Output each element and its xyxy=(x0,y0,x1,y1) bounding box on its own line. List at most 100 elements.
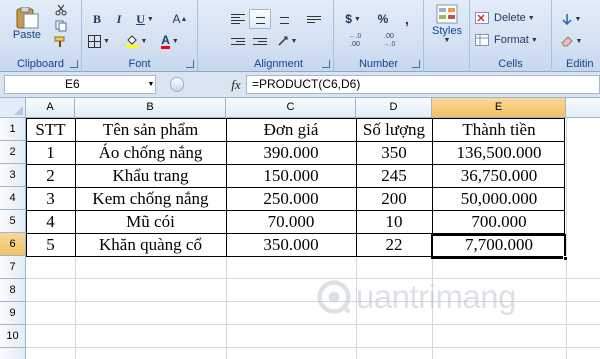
formula-bar-splitter[interactable] xyxy=(170,77,184,92)
cell-b2[interactable]: Áo chống nắng xyxy=(75,141,226,164)
font-dialog-launcher[interactable] xyxy=(186,60,194,68)
alignment-dialog-launcher[interactable] xyxy=(322,60,330,68)
format-painter-icon[interactable] xyxy=(52,34,70,50)
select-all-button[interactable] xyxy=(0,98,26,118)
wrap-text-icon[interactable] xyxy=(302,9,326,29)
underline-button[interactable]: U ▼ xyxy=(132,9,158,29)
cell-a6[interactable]: 5 xyxy=(26,233,75,256)
worksheet-grid[interactable]: A B C D E 1 2 3 4 5 6 7 8 9 10 uantriman… xyxy=(0,98,600,359)
percent-button[interactable]: % xyxy=(374,9,392,29)
row-header-11[interactable] xyxy=(0,348,26,359)
clipboard-dialog-launcher[interactable] xyxy=(70,60,78,68)
cell-e2[interactable]: 136,500.000 xyxy=(432,141,566,164)
formula-input[interactable]: =PRODUCT(C6,D6) xyxy=(246,75,600,94)
styles-label: Styles xyxy=(432,24,462,37)
row-header-3[interactable]: 3 xyxy=(0,164,26,187)
number-group-label: Number xyxy=(358,58,399,70)
align-right-button[interactable] xyxy=(272,9,292,29)
align-center-button[interactable] xyxy=(249,9,271,29)
clipboard-group-label: Clipboard xyxy=(16,58,65,70)
cell-c5[interactable]: 70.000 xyxy=(226,210,356,233)
cells-group: Delete ▼ Format ▼ Cells xyxy=(470,0,552,72)
cell-d2[interactable]: 350 xyxy=(356,141,432,164)
insert-function-button[interactable]: fx xyxy=(226,75,246,94)
cell-a4[interactable]: 3 xyxy=(26,187,75,210)
row-header-6[interactable]: 6 xyxy=(0,233,26,256)
cell-d6[interactable]: 22 xyxy=(356,233,432,256)
number-group: $ ▼ % , ←.0.00 .00 →.0 Number xyxy=(334,0,424,72)
cell-b1[interactable]: Tên sản phẩm xyxy=(75,118,226,141)
copy-icon[interactable] xyxy=(52,18,70,34)
chevron-down-icon: ▼ xyxy=(443,36,451,44)
cell-a5[interactable]: 4 xyxy=(26,210,75,233)
row-header-10[interactable]: 10 xyxy=(0,325,26,348)
column-header-f[interactable] xyxy=(566,98,600,118)
styles-button[interactable]: Styles ▼ xyxy=(428,0,466,46)
cell-c1[interactable]: Đơn giá xyxy=(226,118,356,141)
decrease-indent-icon[interactable] xyxy=(228,31,248,51)
row-header-9[interactable]: 9 xyxy=(0,302,26,325)
watermark-text: uantrimang xyxy=(355,278,517,315)
cell-a3[interactable]: 2 xyxy=(26,164,75,187)
font-color-button[interactable]: A ▼ xyxy=(156,31,184,51)
cell-d4[interactable]: 200 xyxy=(356,187,432,210)
row-header-7[interactable]: 7 xyxy=(0,256,26,279)
delete-icon xyxy=(475,12,489,24)
cell-a2[interactable]: 1 xyxy=(26,141,75,164)
number-dialog-launcher[interactable] xyxy=(412,60,420,68)
row-header-2[interactable]: 2 xyxy=(0,141,26,164)
cell-c4[interactable]: 250.000 xyxy=(226,187,356,210)
cut-icon[interactable] xyxy=(52,2,70,18)
cell-d1[interactable]: Số lượng xyxy=(356,118,432,141)
column-header-b[interactable]: B xyxy=(75,98,226,118)
comma-button[interactable]: , xyxy=(398,9,416,29)
bold-button[interactable]: B xyxy=(88,9,106,29)
orientation-button[interactable]: ▼ xyxy=(274,31,300,51)
name-box-dropdown-icon[interactable]: ▼ xyxy=(145,75,157,94)
row-header-5[interactable]: 5 xyxy=(0,210,26,233)
increase-decimal-icon: ←.0 xyxy=(348,33,362,40)
row-header-1[interactable]: 1 xyxy=(0,118,26,141)
column-header-a[interactable]: A xyxy=(26,98,75,118)
column-header-d[interactable]: D xyxy=(356,98,432,118)
cell-d3[interactable]: 245 xyxy=(356,164,432,187)
cell-b4[interactable]: Kem chống nắng xyxy=(75,187,226,210)
cell-b6[interactable]: Khăn quàng cổ xyxy=(75,233,226,256)
cell-e3[interactable]: 36,750.000 xyxy=(432,164,566,187)
cell-b3[interactable]: Khẩu trang xyxy=(75,164,226,187)
alignment-group-label: Alignment xyxy=(254,58,303,70)
fill-color-button[interactable]: ▼ xyxy=(122,31,150,51)
column-header-e[interactable]: E xyxy=(432,98,566,118)
cell-c3[interactable]: 150.000 xyxy=(226,164,356,187)
cell-e1[interactable]: Thành tiền xyxy=(432,118,566,141)
cell-c2[interactable]: 390.000 xyxy=(226,141,356,164)
increase-indent-icon[interactable] xyxy=(250,31,270,51)
cell-e4[interactable]: 50,000.000 xyxy=(432,187,566,210)
cell-d5[interactable]: 10 xyxy=(356,210,432,233)
fill-button[interactable]: ▼ xyxy=(556,9,586,29)
italic-button[interactable]: I xyxy=(110,9,128,29)
align-right-icon xyxy=(275,14,289,24)
row-header-4[interactable]: 4 xyxy=(0,187,26,210)
borders-button[interactable]: ▼ xyxy=(86,31,112,51)
align-left-button[interactable] xyxy=(228,9,248,29)
increase-decimal-button[interactable]: ←.0.00 xyxy=(340,31,370,51)
cell-a1[interactable]: STT xyxy=(26,118,75,141)
paste-button[interactable]: Paste xyxy=(4,2,50,46)
cell-b5[interactable]: Mũ cói xyxy=(75,210,226,233)
delete-button[interactable]: Delete ▼ xyxy=(474,8,548,28)
clear-button[interactable]: ▼ xyxy=(556,31,586,51)
cell-e5[interactable]: 700.000 xyxy=(432,210,566,233)
decrease-decimal-button[interactable]: .00 →.0 xyxy=(374,31,404,51)
cell-c6[interactable]: 350.000 xyxy=(226,233,356,256)
row-header-8[interactable]: 8 xyxy=(0,279,26,302)
fill-handle[interactable] xyxy=(563,256,568,261)
chevron-down-icon: ▼ xyxy=(574,15,582,23)
borders-icon xyxy=(88,34,102,48)
format-button[interactable]: Format ▼ xyxy=(474,30,548,50)
currency-button[interactable]: $ ▼ xyxy=(340,9,366,29)
name-box[interactable]: E6 xyxy=(4,75,156,94)
grow-font-icon[interactable]: A ▲ xyxy=(168,9,192,29)
column-header-c[interactable]: C xyxy=(226,98,356,118)
cell-e6[interactable]: 7,700.000 xyxy=(432,233,566,256)
